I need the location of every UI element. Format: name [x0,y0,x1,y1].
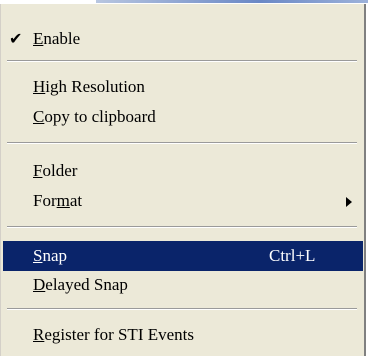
label-prefix: For [33,191,57,210]
menu-item-label: High Resolution [33,72,145,102]
mnemonic-letter: m [56,191,70,210]
label-rest: nable [43,29,81,48]
label-rest: at [69,191,83,210]
menu-separator [7,60,357,62]
menu-item-delayed-snap[interactable]: Delayed Snap [3,270,363,300]
menu-item-label: Delayed Snap [33,270,128,300]
menu-separator [7,308,357,310]
menu-item-high-resolution[interactable]: High Resolution [3,72,363,102]
menu-item-enable[interactable]: ✔ Enable [3,24,363,54]
menu-item-label: Folder [33,156,77,186]
label-rest: opy to clipboard [44,107,156,126]
menu-separator [7,226,357,228]
menu-item-folder[interactable]: Folder [3,156,363,186]
mnemonic-letter: E [33,29,44,48]
menu-item-format[interactable]: Format [3,186,363,216]
menu-item-label: Copy to clipboard [33,102,156,132]
menu-item-snap[interactable]: Snap Ctrl+L [3,241,363,271]
label-rest: older [42,161,78,180]
menu-item-label: Enable [33,24,80,54]
mnemonic-letter: H [33,77,46,96]
submenu-arrow-icon [346,197,352,207]
label-rest: igh Resolution [45,77,145,96]
menu-item-shortcut: Ctrl+L [269,246,316,265]
mnemonic-letter: D [33,275,46,294]
mnemonic-letter: C [33,107,45,126]
context-menu: ✔ Enable High Resolution Copy to clipboa… [0,4,366,356]
label-rest: nap [42,246,68,265]
menu-item-label: Register for STI Events [33,320,194,350]
label-rest: egister for STI Events [44,325,194,344]
menu-item-register-sti-events[interactable]: Register for STI Events [3,320,363,350]
menu-item-label: Format [33,186,82,216]
menu-separator [7,142,357,144]
menu-item-copy-to-clipboard[interactable]: Copy to clipboard [3,102,363,132]
mnemonic-letter: R [33,325,45,344]
label-rest: elayed Snap [45,275,128,294]
menu-item-label: Snap [33,241,67,271]
title-bar-fragment [96,0,368,3]
checkmark-icon: ✔ [9,29,23,48]
